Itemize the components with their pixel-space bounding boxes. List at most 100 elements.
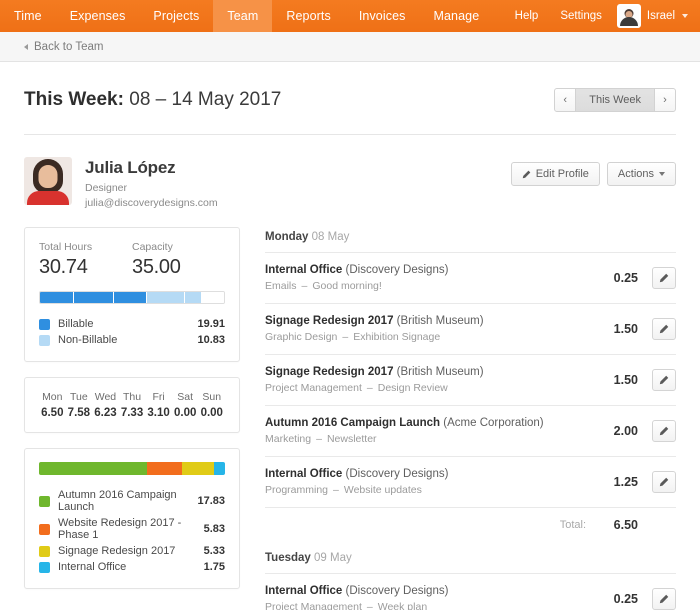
time-entry-subtitle: Programming–Website updates [265,484,598,496]
pencil-icon [659,594,669,604]
total-hours-label: Total Hours [39,241,132,253]
time-entry-project: Internal Office [265,264,342,276]
time-entry-note: Good morning! [312,280,381,292]
time-entry-client: (Discovery Designs) [346,468,449,480]
nav-right-group: Help Settings Israel [504,0,700,32]
nav-help-link[interactable]: Help [504,10,550,22]
separator-dash: – [311,433,327,445]
day-hours: 0.00 [172,407,199,419]
time-entry-row[interactable]: Internal Office (Discovery Designs) Progr… [265,456,676,507]
project-legend-label: Signage Redesign 2017 [58,545,175,557]
edit-entry-button[interactable] [652,471,676,493]
pencil-icon [659,273,669,283]
avatar [24,157,72,205]
time-entry-note: Newsletter [327,433,377,445]
time-entry-subtitle: Marketing–Newsletter [265,433,598,445]
edit-entry-button[interactable] [652,369,676,391]
day-total-label: Total: [560,519,586,531]
project-legend-value: 17.83 [197,495,225,507]
entries-weekday: Monday [265,231,308,243]
profile-email: julia@discoverydesigns.com [85,197,218,209]
edit-profile-button[interactable]: Edit Profile [511,162,600,186]
pencil-icon [659,324,669,334]
capacity-bar-segment [147,292,185,303]
billable-legend-value: 10.83 [197,334,225,346]
edit-entry-button[interactable] [652,267,676,289]
day-cell-mon: Mon6.50 [39,391,66,419]
user-menu-label: Israel [647,10,675,22]
time-entries-column: Monday 08 MayInternal Office (Discovery … [265,227,676,610]
current-week-button[interactable]: This Week [575,88,655,112]
time-entry-project: Autumn 2016 Campaign Launch [265,417,440,429]
edit-entry-button[interactable] [652,420,676,442]
page-title-strong: This Week: [24,89,124,110]
nav-item-expenses[interactable]: Expenses [56,0,140,32]
time-entry-row[interactable]: Internal Office (Discovery Designs)Email… [265,252,676,303]
edit-entry-button[interactable] [652,588,676,610]
page-header: This Week: 08 – 14 May 2017 ‹ This Week … [24,62,676,135]
day-name: Sat [172,391,199,403]
entries-day-header: Tuesday 09 May [265,548,676,573]
project-legend-row: Autumn 2016 Campaign Launch17.83 [39,487,225,515]
day-name: Fri [145,391,172,403]
back-to-team-label: Back to Team [34,41,103,53]
day-name: Sun [198,391,225,403]
time-entry-subtitle: Emails–Good morning! [265,280,598,292]
time-entry-note: Website updates [344,484,422,496]
profile-role: Designer [85,182,218,194]
time-entry-note: Design Review [378,382,448,394]
nav-item-team[interactable]: Team [213,0,272,32]
nav-item-reports[interactable]: Reports [272,0,344,32]
time-entry-details: Internal Office (Discovery Designs) Progr… [265,468,598,496]
next-week-button[interactable]: › [654,88,676,112]
time-entry-task: Marketing [265,433,311,445]
back-to-team-link[interactable]: Back to Team [24,41,103,53]
previous-week-button[interactable]: ‹ [554,88,576,112]
day-hours: 6.50 [39,407,66,419]
profile-actions: Edit Profile Actions [511,157,676,186]
time-entry-row[interactable]: Signage Redesign 2017 (British Museum) Pr… [265,354,676,405]
color-swatch-icon [39,562,50,573]
project-legend-value: 5.33 [204,545,225,557]
edit-entry-button[interactable] [652,318,676,340]
content-columns: Total Hours 30.74 Capacity 35.00 Billabl… [24,227,676,610]
nav-item-projects[interactable]: Projects [139,0,213,32]
time-entry-title: Internal Office (Discovery Designs) [265,468,598,480]
capacity-bar-segment [74,292,114,303]
billable-legend-row: Billable19.91 [39,316,225,332]
time-entry-row[interactable]: Autumn 2016 Campaign Launch (Acme Corpor… [265,405,676,456]
project-bar-segment [147,462,182,475]
pencil-icon [659,426,669,436]
primary-nav-items: TimeExpensesProjectsTeamReportsInvoicesM… [0,0,493,32]
sub-navigation-bar: Back to Team [0,32,700,62]
time-entry-project: Signage Redesign 2017 [265,315,393,327]
color-swatch-icon [39,335,50,346]
nav-item-time[interactable]: Time [0,0,56,32]
nav-item-manage[interactable]: Manage [419,0,493,32]
chevron-down-icon [682,14,688,18]
day-cell-thu: Thu7.33 [119,391,146,419]
entries-date: 08 May [312,231,350,243]
time-entry-row[interactable]: Internal Office (Discovery Designs)Proje… [265,573,676,610]
time-entry-project: Signage Redesign 2017 [265,366,393,378]
time-entry-title: Signage Redesign 2017 (British Museum) [265,366,598,378]
nav-item-invoices[interactable]: Invoices [345,0,420,32]
day-hours: 7.33 [119,407,146,419]
project-legend-value: 5.83 [204,523,225,535]
actions-button[interactable]: Actions [607,162,676,186]
entries-weekday: Tuesday [265,552,311,564]
day-cell-tue: Tue7.58 [66,391,93,419]
summary-column: Total Hours 30.74 Capacity 35.00 Billabl… [24,227,240,610]
user-menu[interactable]: Israel [613,4,688,28]
time-entry-row[interactable]: Signage Redesign 2017 (British Museum)Gr… [265,303,676,354]
nav-settings-link[interactable]: Settings [549,10,613,22]
entries-day-header: Monday 08 May [265,227,676,252]
time-entry-details: Signage Redesign 2017 (British Museum) Pr… [265,366,598,394]
day-cell-wed: Wed6.23 [92,391,119,419]
capacity-kpi: Capacity 35.00 [132,241,225,279]
project-legend-row: Internal Office1.75 [39,559,225,575]
color-swatch-icon [39,524,50,535]
top-navigation-bar: TimeExpensesProjectsTeamReportsInvoicesM… [0,0,700,32]
time-entry-subtitle: Project Management–Design Review [265,382,598,394]
profile-details: Julia López Designer julia@discoverydesi… [85,157,218,209]
